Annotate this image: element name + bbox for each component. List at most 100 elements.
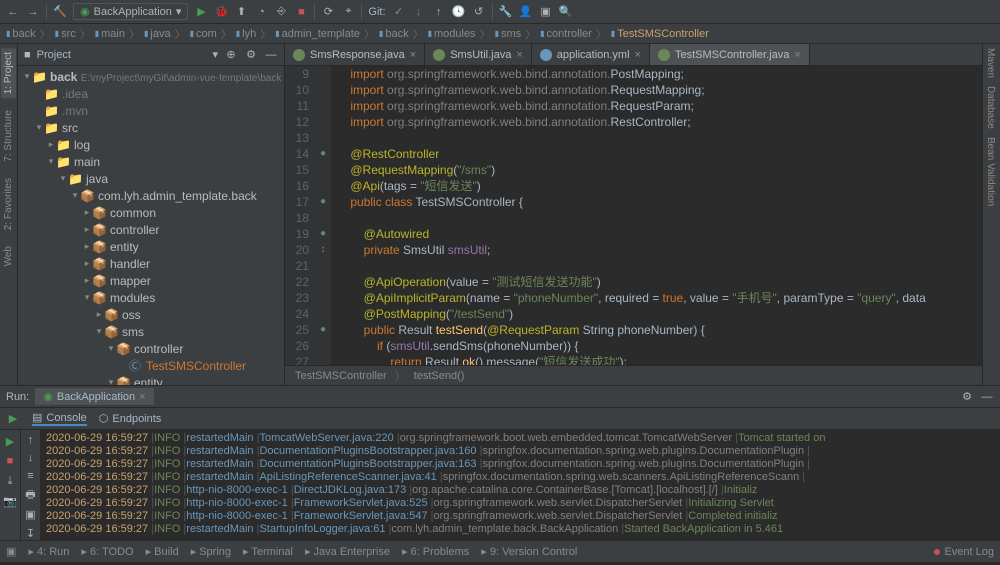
target-icon[interactable]: ⊕: [224, 48, 238, 62]
collapse-icon[interactable]: —: [264, 48, 278, 62]
run-subtab[interactable]: ⬡Endpoints: [99, 412, 162, 425]
tree-row[interactable]: ▸📦handler: [18, 255, 284, 272]
tree-row[interactable]: ▸📁log: [18, 136, 284, 153]
bottom-tab[interactable]: ▸ Build: [146, 545, 179, 558]
breadcrumb-item[interactable]: ▮TestSMSController: [611, 28, 709, 40]
breadcrumb-item[interactable]: ▮main: [95, 28, 125, 40]
tree-row[interactable]: ▾📦controller: [18, 340, 284, 357]
forward-icon[interactable]: →: [26, 5, 40, 19]
filter-icon[interactable]: ▣: [24, 508, 38, 521]
editor-tab[interactable]: TestSMSController.java×: [650, 44, 810, 66]
tree-row[interactable]: ▾📦entity: [18, 374, 284, 385]
side-tab[interactable]: 2: Favorites: [1, 174, 16, 234]
down-icon[interactable]: ↓: [24, 452, 38, 464]
editor-tab[interactable]: SmsUtil.java×: [425, 44, 532, 66]
side-tab[interactable]: 1: Project: [1, 48, 16, 98]
git-pull-icon[interactable]: ↑: [432, 5, 446, 19]
camera-icon[interactable]: 📷: [3, 494, 17, 508]
chevron-down-icon[interactable]: ▾: [212, 48, 218, 61]
git-history-icon[interactable]: 🕓: [452, 5, 466, 19]
side-tab[interactable]: 7: Structure: [1, 106, 16, 166]
tree-row[interactable]: ▾📁main: [18, 153, 284, 170]
tree-row[interactable]: ▸📦controller: [18, 221, 284, 238]
event-log-button[interactable]: Event Log: [934, 546, 994, 558]
code-text[interactable]: import org.springframework.web.bind.anno…: [331, 66, 982, 365]
breadcrumb-item[interactable]: ▮back: [379, 28, 409, 40]
minimize-icon[interactable]: —: [980, 390, 994, 404]
close-icon[interactable]: ×: [635, 49, 641, 61]
bottom-tab[interactable]: ▸ Spring: [191, 545, 231, 558]
bottom-tab[interactable]: ▸ 9: Version Control: [481, 545, 577, 558]
tree-row[interactable]: ▸📦entity: [18, 238, 284, 255]
print-icon[interactable]: 🖶: [24, 488, 38, 502]
profile-icon[interactable]: ◔: [254, 5, 268, 19]
tree-row[interactable]: 📁.mvn: [18, 102, 284, 119]
bottom-tab[interactable]: ▸ Terminal: [243, 545, 293, 558]
stop-icon[interactable]: ■: [3, 454, 17, 468]
breadcrumb-item[interactable]: ▮admin_template: [275, 28, 360, 40]
tree-row[interactable]: ▾📦sms: [18, 323, 284, 340]
close-icon[interactable]: ×: [139, 391, 145, 403]
tree-row[interactable]: ▸📦mapper: [18, 272, 284, 289]
tree-row[interactable]: ▾📦com.lyh.admin_template.back: [18, 187, 284, 204]
run-config-select[interactable]: ◉ BackApplication ▾: [73, 3, 188, 20]
console-output[interactable]: 2020-06-29 16:59:27 |INFO |restartedMain…: [40, 430, 1000, 540]
tree-row[interactable]: ⒸTestSMSController: [18, 357, 284, 374]
git-push-icon[interactable]: ↓: [412, 5, 426, 19]
git-revert-icon[interactable]: ↺: [472, 5, 486, 19]
breadcrumb-item[interactable]: ▮lyh: [236, 28, 256, 40]
tool-window-icon[interactable]: ▣: [6, 545, 16, 558]
run-subtab[interactable]: ▤Console: [32, 411, 87, 426]
search-icon[interactable]: 🔍: [559, 5, 573, 19]
scroll-icon[interactable]: ↧: [24, 527, 38, 540]
editor-tab[interactable]: SmsResponse.java×: [285, 44, 425, 66]
back-icon[interactable]: ←: [6, 5, 20, 19]
breadcrumb-item[interactable]: ▮java: [144, 28, 171, 40]
breadcrumb-item[interactable]: ▮sms: [495, 28, 522, 40]
rerun-icon[interactable]: ▶: [3, 434, 17, 448]
editor-tab[interactable]: application.yml×: [532, 44, 650, 66]
attach-icon[interactable]: ⎆: [274, 5, 288, 19]
code-editor[interactable]: 9101112131415161718192021222324252627282…: [285, 66, 982, 365]
coverage-icon[interactable]: ⬆: [234, 5, 248, 19]
side-tab[interactable]: Maven: [983, 44, 998, 82]
close-icon[interactable]: ×: [794, 49, 800, 61]
close-icon[interactable]: ×: [410, 49, 416, 61]
tree-row[interactable]: ▾📦modules: [18, 289, 284, 306]
avatar-icon[interactable]: 👤: [519, 5, 533, 19]
exit-icon[interactable]: ⤓: [3, 474, 17, 488]
side-tab[interactable]: Bean Validation: [983, 133, 998, 210]
close-icon[interactable]: ×: [516, 49, 522, 61]
stop-icon[interactable]: ■: [294, 5, 308, 19]
breadcrumb-item[interactable]: ▮com: [190, 28, 217, 40]
tree-row[interactable]: ▾📁back E:\myProject\myGit\admin-vue-temp…: [18, 68, 284, 85]
wrap-icon[interactable]: ≡: [24, 470, 38, 482]
run-config-tab[interactable]: ◉ BackApplication ×: [35, 388, 153, 405]
tree-row[interactable]: ▸📦common: [18, 204, 284, 221]
debug-icon[interactable]: 🐞: [214, 5, 228, 19]
bottom-tab[interactable]: ▸ 4: Run: [28, 545, 69, 558]
random1-icon[interactable]: ⟳: [321, 5, 335, 19]
git-commit-icon[interactable]: ✓: [392, 5, 406, 19]
bottom-tab[interactable]: ▸ 6: Problems: [402, 545, 469, 558]
tree-row[interactable]: ▾📁src: [18, 119, 284, 136]
breadcrumb-item[interactable]: ▮src: [55, 28, 76, 40]
project-tree[interactable]: ▾📁back E:\myProject\myGit\admin-vue-temp…: [18, 66, 284, 385]
bottom-tab[interactable]: ▸ Java Enterprise: [305, 545, 390, 558]
up-icon[interactable]: ↑: [24, 434, 38, 446]
build-icon[interactable]: 🔨: [53, 5, 67, 19]
breadcrumb-item[interactable]: ▮back: [6, 28, 36, 40]
random2-icon[interactable]: ⌖: [341, 5, 355, 19]
side-tab[interactable]: Database: [983, 82, 998, 133]
tree-row[interactable]: ▸📦oss: [18, 306, 284, 323]
bottom-tab[interactable]: ▸ 6: TODO: [81, 545, 133, 558]
gear-icon[interactable]: ⚙: [244, 48, 258, 62]
run-anything-icon[interactable]: ▣: [539, 5, 553, 19]
rerun-icon[interactable]: ▶: [6, 412, 20, 426]
tree-row[interactable]: ▾📁java: [18, 170, 284, 187]
run-icon[interactable]: ▶: [194, 5, 208, 19]
wrench-icon[interactable]: 🔧: [499, 5, 513, 19]
breadcrumb-item[interactable]: ▮modules: [428, 28, 476, 40]
breadcrumb-item[interactable]: ▮controller: [540, 28, 592, 40]
gear-icon[interactable]: ⚙: [960, 390, 974, 404]
